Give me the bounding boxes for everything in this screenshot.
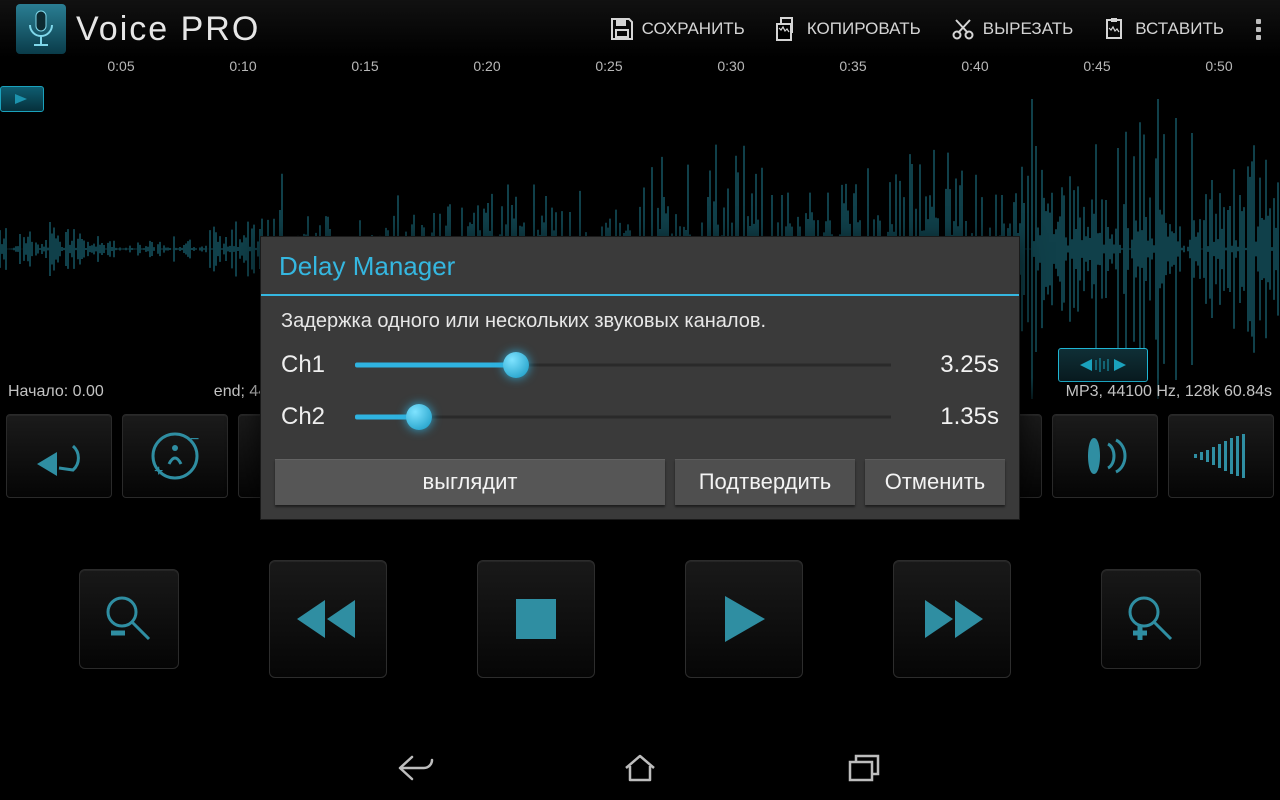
ch1-slider-thumb[interactable] [503,352,529,378]
timeline-tick: 0:30 [670,58,792,86]
cut-button[interactable]: ВЫРЕЗАТЬ [935,0,1088,58]
svg-text:+: + [154,463,163,480]
ch1-slider[interactable] [355,351,891,379]
play-button[interactable] [685,560,803,678]
undo-button[interactable] [6,414,112,498]
timeline: 0:05 0:10 0:15 0:20 0:25 0:30 0:35 0:40 … [0,58,1280,86]
cut-icon [949,15,977,43]
ch1-value: 3.25s [909,351,999,379]
timeline-tick: 0:25 [548,58,670,86]
rewind-button[interactable] [269,560,387,678]
svg-text:−: − [190,431,199,448]
copy-icon [773,15,801,43]
ch2-slider-thumb[interactable] [406,404,432,430]
app-logo [16,4,66,54]
timeline-tick: 0:35 [792,58,914,86]
save-button[interactable]: СОХРАНИТЬ [594,0,759,58]
zoom-out-button[interactable] [79,569,179,669]
ch2-value: 1.35s [909,403,999,431]
timeline-tick: 0:50 [1158,58,1280,86]
delay-manager-dialog: Delay Manager Задержка одного или нескол… [260,236,1020,520]
timeline-tick: 0:20 [426,58,548,86]
copy-button[interactable]: КОПИРОВАТЬ [759,0,935,58]
save-icon [608,15,636,43]
confirm-button[interactable]: Подтвердить [675,459,855,505]
selection-end-handle[interactable] [1058,348,1148,382]
cancel-button[interactable]: Отменить [865,459,1005,505]
voice-button[interactable] [1052,414,1158,498]
stop-button[interactable] [477,560,595,678]
home-nav-button[interactable] [618,746,662,790]
recents-nav-button[interactable] [842,746,886,790]
dialog-buttons: выглядит Подтвердить Отменить [261,443,1019,519]
ch1-slider-fill [355,363,516,368]
android-navbar [0,736,1280,800]
fade-button[interactable] [1168,414,1274,498]
cut-label: ВЫРЕЗАТЬ [983,19,1074,39]
overflow-menu-button[interactable] [1238,16,1274,43]
dialog-title: Delay Manager [261,237,1019,296]
top-toolbar: Voice PRO СОХРАНИТЬ КОПИРОВАТЬ ВЫРЕЗАТЬ … [0,0,1280,58]
start-value: 0.00 [73,383,104,401]
paste-label: ВСТАВИТЬ [1135,19,1224,39]
start-label: Начало: [8,383,68,401]
dialog-description: Задержка одного или нескольких звуковых … [261,296,1019,339]
timeline-tick: 0:45 [1036,58,1158,86]
end-label: end; [214,383,245,401]
ch2-slider[interactable] [355,403,891,431]
speed-button[interactable]: +− [122,414,228,498]
timeline-tick: 0:10 [182,58,304,86]
save-label: СОХРАНИТЬ [642,19,745,39]
ch1-row: Ch1 3.25s [261,339,1019,391]
ch2-row: Ch2 1.35s [261,391,1019,443]
paste-icon [1101,15,1129,43]
ch1-label: Ch1 [281,351,337,379]
transport-controls [0,560,1280,678]
timeline-tick: 0:15 [304,58,426,86]
forward-button[interactable] [893,560,1011,678]
preview-button[interactable]: выглядит [275,459,665,505]
timeline-tick: 0:40 [914,58,1036,86]
app-title: Voice PRO [76,10,260,49]
paste-button[interactable]: ВСТАВИТЬ [1087,0,1238,58]
timeline-tick: 0:05 [60,58,182,86]
zoom-in-button[interactable] [1101,569,1201,669]
format-info: MP3, 44100 Hz, 128k 60.84s [1066,383,1272,401]
ch2-label: Ch2 [281,403,337,431]
copy-label: КОПИРОВАТЬ [807,19,921,39]
back-nav-button[interactable] [394,746,438,790]
